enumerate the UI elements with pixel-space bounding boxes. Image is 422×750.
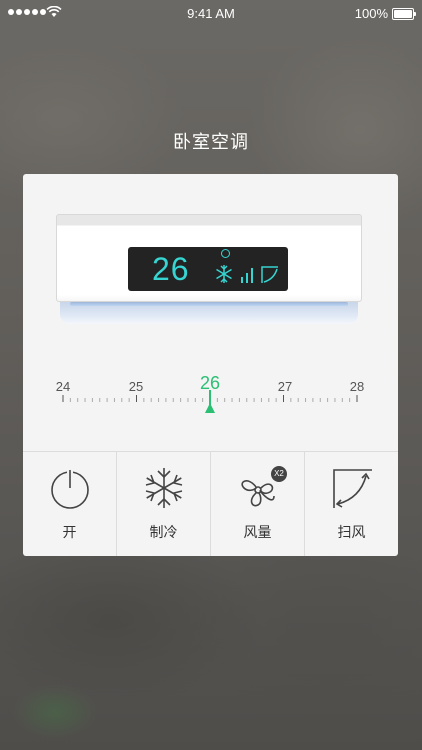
swing-icon bbox=[261, 266, 278, 283]
ac-display-panel: 26 bbox=[128, 247, 288, 291]
snowflake-icon bbox=[145, 468, 182, 508]
page-title: 卧室空调 bbox=[173, 132, 249, 152]
degree-symbol bbox=[221, 249, 230, 258]
cooling-mode-label: 制冷 bbox=[149, 524, 178, 540]
ac-status-icons bbox=[216, 265, 278, 283]
fan-speed-badge: X2 bbox=[271, 466, 287, 482]
swing-button[interactable]: 扫风 bbox=[305, 452, 398, 556]
ac-control-card: 26 24 25 26 27 28 开 制冷 X2 风量 扫风 bbox=[23, 174, 398, 556]
ruler-ticks bbox=[62, 390, 358, 413]
temperature-slider[interactable]: 24 25 26 27 28 bbox=[23, 369, 398, 439]
fan-speed-label: 风量 bbox=[243, 524, 272, 540]
fan-speed-button[interactable]: X2 风量 bbox=[211, 452, 305, 556]
air-conditioner-illustration: 26 bbox=[56, 214, 362, 324]
battery-percentage: 100% bbox=[354, 6, 388, 21]
power-label: 开 bbox=[62, 524, 77, 540]
power-icon bbox=[50, 468, 89, 509]
status-bar: 9:41 AM 100% bbox=[0, 0, 422, 28]
battery-icon bbox=[392, 8, 416, 20]
swing-label: 扫风 bbox=[337, 524, 366, 540]
ac-display-temperature: 26 bbox=[152, 251, 190, 287]
fan-level-icon bbox=[241, 268, 253, 283]
snowflake-icon bbox=[216, 265, 232, 283]
selected-indicator-icon bbox=[205, 403, 215, 413]
power-button[interactable]: 开 bbox=[23, 452, 117, 556]
control-buttons: 开 制冷 X2 风量 扫风 bbox=[23, 451, 398, 556]
swing-icon bbox=[332, 469, 372, 508]
ac-airflow-flap bbox=[60, 302, 358, 324]
cooling-mode-button[interactable]: 制冷 bbox=[117, 452, 211, 556]
